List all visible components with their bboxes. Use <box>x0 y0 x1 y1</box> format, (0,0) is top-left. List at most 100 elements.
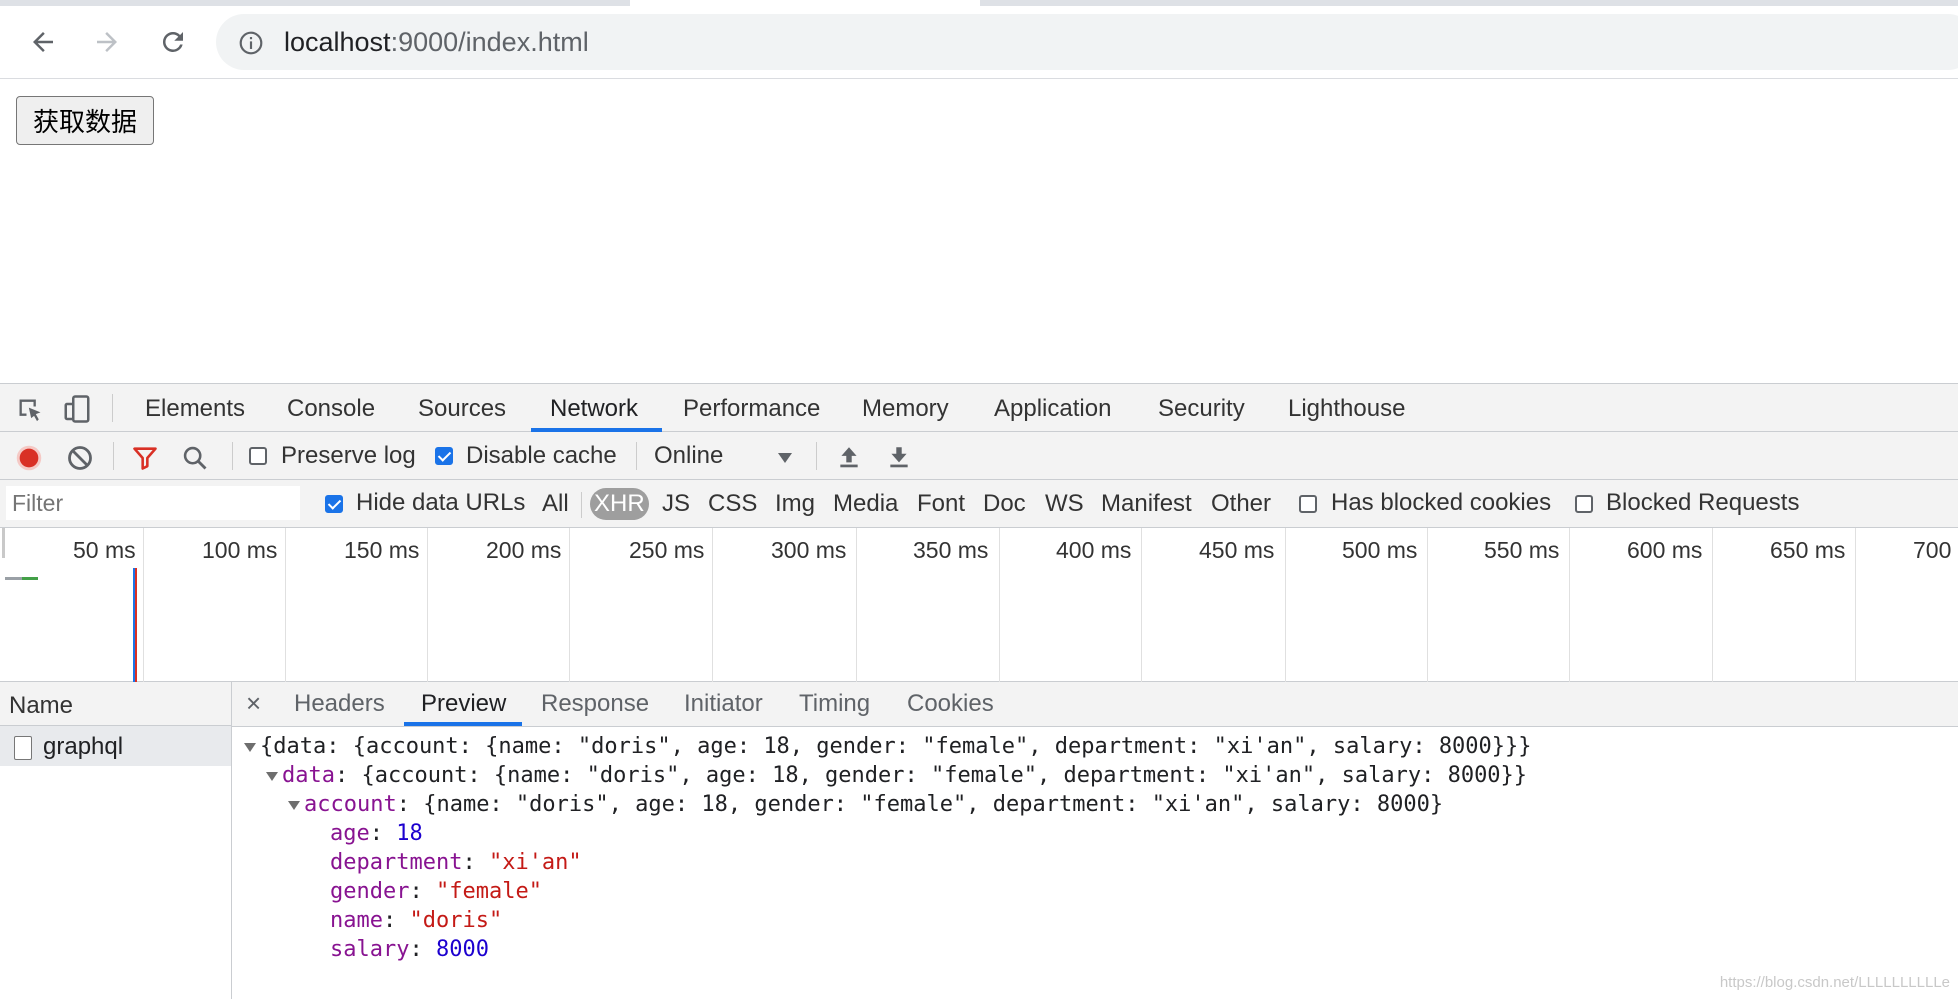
timeline-gridline <box>1569 528 1570 682</box>
expand-triangle-icon[interactable] <box>266 771 278 781</box>
hide-data-urls-label: Hide data URLs <box>356 489 526 516</box>
type-filter-js[interactable]: JS <box>662 488 690 520</box>
device-toolbar-icon[interactable] <box>62 394 92 429</box>
disable-cache-checkbox[interactable] <box>435 447 453 465</box>
toolbar-divider <box>232 442 233 470</box>
timeline-gridline <box>427 528 428 682</box>
type-filter-xhr[interactable]: XHR <box>590 488 649 520</box>
json-key: department <box>330 850 463 875</box>
type-filter-css[interactable]: CSS <box>708 488 757 520</box>
toolbar-divider <box>112 394 113 422</box>
json-field: name: "doris" <box>330 908 503 933</box>
tab-console[interactable]: Console <box>287 395 375 423</box>
type-filter-img[interactable]: Img <box>775 488 815 520</box>
search-icon[interactable] <box>181 444 209 477</box>
timeline-tick-label: 400 ms <box>1056 537 1132 563</box>
json-field: gender: "female" <box>330 879 542 904</box>
reload-button[interactable] <box>153 22 193 62</box>
json-root-summary: {data: {account: {name: "doris", age: 18… <box>260 734 1532 759</box>
tab-lighthouse[interactable]: Lighthouse <box>1288 395 1405 423</box>
tab-security[interactable]: Security <box>1158 395 1245 423</box>
tab-sources[interactable]: Sources <box>418 395 506 423</box>
tab-elements[interactable]: Elements <box>145 395 245 423</box>
address-bar[interactable]: localhost:9000/index.html <box>216 14 1958 70</box>
reload-icon <box>162 31 183 52</box>
load-event-line <box>135 568 137 682</box>
type-filter-ws[interactable]: WS <box>1045 488 1084 520</box>
fetch-data-button[interactable]: 获取数据 <box>16 96 154 145</box>
timeline-gridline <box>1141 528 1142 682</box>
type-filter-doc[interactable]: Doc <box>983 488 1026 520</box>
timeline-tick-label: 200 ms <box>486 537 562 563</box>
tab-application[interactable]: Application <box>994 395 1111 423</box>
record-icon[interactable] <box>15 444 43 477</box>
import-har-icon[interactable] <box>836 444 862 475</box>
timeline-tick-label: 500 ms <box>1342 537 1418 563</box>
dropdown-caret-icon[interactable] <box>777 451 793 469</box>
detail-tab-response[interactable]: Response <box>541 690 649 718</box>
close-icon[interactable]: × <box>246 688 261 719</box>
network-toolbar: Preserve log Disable cache Online <box>0 432 1958 480</box>
tab-network[interactable]: Network <box>550 395 638 423</box>
detail-tab-headers[interactable]: Headers <box>294 690 385 718</box>
toolbar-divider <box>636 442 637 470</box>
watermark: https://blog.csdn.net/LLLLLLLLLLe <box>1719 974 1950 991</box>
blocked-requests-checkbox[interactable] <box>1575 495 1593 513</box>
timeline-gridline <box>1427 528 1428 682</box>
toolbar-divider <box>816 442 817 470</box>
timeline-tick-label: 50 ms <box>73 537 136 563</box>
forward-arrow-icon <box>97 32 117 52</box>
export-har-icon[interactable] <box>886 444 912 475</box>
detail-tab-timing[interactable]: Timing <box>799 690 870 718</box>
timeline-gridline <box>1855 528 1856 682</box>
timeline-tick-label: 600 ms <box>1627 537 1703 563</box>
name-column-header[interactable]: Name <box>0 682 231 726</box>
json-data-line[interactable]: data: {account: {name: "doris", age: 18,… <box>266 763 1527 788</box>
type-filter-other[interactable]: Other <box>1211 488 1271 520</box>
tab-performance[interactable]: Performance <box>683 395 820 423</box>
inspect-element-icon[interactable] <box>16 396 44 429</box>
clear-icon[interactable] <box>66 444 94 477</box>
throttling-select[interactable]: Online <box>654 442 723 470</box>
expand-triangle-icon[interactable] <box>244 742 256 752</box>
preserve-log-checkbox[interactable] <box>249 447 267 465</box>
timeline-tick-label: 100 ms <box>202 537 278 563</box>
detail-tab-preview[interactable]: Preview <box>421 690 506 718</box>
has-blocked-cookies-checkbox[interactable] <box>1299 495 1317 513</box>
browser-toolbar: localhost:9000/index.html <box>0 6 1958 79</box>
json-key: account <box>304 792 397 817</box>
json-root-line[interactable]: {data: {account: {name: "doris", age: 18… <box>244 734 1532 759</box>
back-button[interactable] <box>23 22 63 62</box>
timeline-tick-label: 150 ms <box>344 537 420 563</box>
filter-icon[interactable] <box>131 444 159 477</box>
json-account-line[interactable]: account: {name: "doris", age: 18, gender… <box>288 792 1443 817</box>
json-data-summary: : {account: {name: "doris", age: 18, gen… <box>334 763 1528 788</box>
type-filter-font[interactable]: Font <box>917 488 965 520</box>
json-value: "doris" <box>409 908 503 933</box>
tab-memory[interactable]: Memory <box>862 395 949 423</box>
info-circle-icon[interactable] <box>238 30 264 61</box>
type-filter-media[interactable]: Media <box>833 488 898 520</box>
forward-button[interactable] <box>87 22 127 62</box>
back-arrow-icon <box>33 32 53 52</box>
request-detail-panel: × Headers Preview Response Initiator Tim… <box>232 682 1958 999</box>
filter-input[interactable] <box>6 486 300 520</box>
json-field: department: "xi'an" <box>330 850 582 875</box>
has-blocked-cookies-label: Has blocked cookies <box>1331 489 1552 516</box>
timeline-tick-label: 700 <box>1913 537 1952 563</box>
filter-bar: Hide data URLs All XHR JS CSS Img Media … <box>0 480 1958 528</box>
request-name: graphql <box>43 733 124 760</box>
request-row[interactable]: graphql <box>0 726 231 766</box>
blocked-requests-label: Blocked Requests <box>1606 489 1800 516</box>
type-filter-manifest[interactable]: Manifest <box>1101 488 1192 520</box>
timeline-scrub-handle[interactable] <box>2 528 5 558</box>
json-field: age: 18 <box>330 821 423 846</box>
json-value: "xi'an" <box>488 850 582 875</box>
network-overview-timeline[interactable]: 50 ms 100 ms 150 ms 200 ms 250 ms 300 ms… <box>0 528 1958 682</box>
detail-tab-initiator[interactable]: Initiator <box>684 690 763 718</box>
detail-tab-cookies[interactable]: Cookies <box>907 690 994 718</box>
expand-triangle-icon[interactable] <box>288 800 300 810</box>
json-key: data <box>282 763 335 788</box>
type-filter-all[interactable]: All <box>542 488 569 520</box>
hide-data-urls-checkbox[interactable] <box>325 495 343 513</box>
